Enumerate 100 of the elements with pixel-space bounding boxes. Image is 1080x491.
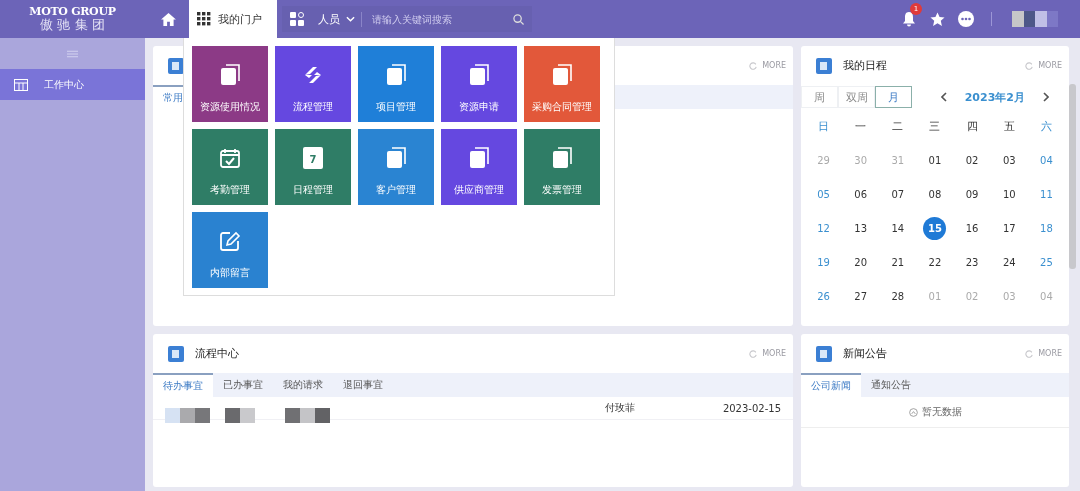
document-icon [551, 64, 573, 86]
star-icon[interactable] [930, 11, 945, 27]
calendar-day[interactable]: 10 [997, 182, 1021, 206]
document-icon [385, 64, 407, 86]
more-link[interactable]: MORE [762, 61, 786, 70]
calendar-day[interactable]: 03 [997, 148, 1021, 172]
table-cell: 2023-02-15 [722, 402, 781, 414]
app-tile[interactable]: 7 日程管理 [275, 129, 351, 205]
app-tile[interactable]: 流程管理 [275, 46, 351, 122]
month-title: 2023年2月 [964, 89, 1025, 105]
calendar-day[interactable]: 15 [923, 216, 947, 240]
calendar-day[interactable]: 27 [849, 284, 873, 308]
calendar-day[interactable]: 16 [960, 216, 984, 240]
more-link[interactable]: MORE [1038, 61, 1062, 70]
search-field[interactable]: 人员 请输入关键词搜索 [282, 6, 532, 32]
calendar-day[interactable]: 08 [923, 182, 947, 206]
card-icon [816, 57, 832, 74]
calendar-day[interactable]: 21 [886, 250, 910, 274]
tab[interactable]: 公司新闻 [801, 373, 861, 397]
tab[interactable]: 已办事宜 [213, 373, 273, 397]
view-tab[interactable]: 月 [875, 86, 912, 108]
calendar-day[interactable]: 13 [849, 216, 873, 240]
bell-icon[interactable] [902, 11, 916, 27]
weekday-label: 一 [854, 118, 868, 135]
search-icon[interactable] [513, 13, 524, 25]
weekday-label: 五 [1002, 118, 1016, 135]
calendar-day[interactable]: 24 [997, 250, 1021, 274]
card-title: 我的日程 [843, 58, 887, 73]
calendar-day[interactable]: 06 [849, 182, 873, 206]
calendar-day[interactable]: 20 [849, 250, 873, 274]
calendar-check-icon [219, 147, 241, 169]
calendar-day[interactable]: 01 [923, 148, 947, 172]
logo-subtitle: 傲 驰 集 团 [40, 17, 105, 32]
card-icon [816, 345, 832, 362]
table-cell: 付玫菲 [604, 401, 635, 415]
calendar-day[interactable]: 22 [923, 250, 947, 274]
apps-icon[interactable] [290, 12, 304, 26]
empty-icon [908, 407, 918, 417]
caret-icon[interactable] [346, 16, 355, 22]
category-dropdown[interactable]: 人员 [312, 11, 362, 27]
app-tile[interactable]: 采购合同管理 [524, 46, 600, 122]
more-link[interactable]: MORE [1038, 349, 1062, 358]
document-icon [219, 64, 241, 86]
weekday-label: 二 [891, 118, 905, 135]
app-tile[interactable]: 发票管理 [524, 129, 600, 205]
calendar-day[interactable]: 18 [1034, 216, 1058, 240]
card-title: 新闻公告 [843, 346, 887, 361]
calendar-day[interactable]: 17 [997, 216, 1021, 240]
grid-icon[interactable] [197, 12, 211, 26]
calendar-icon: 7 [303, 147, 323, 169]
app-tile[interactable]: 项目管理 [358, 46, 434, 122]
previous-icon[interactable] [940, 92, 947, 102]
tab[interactable]: 待办事宜 [153, 373, 213, 397]
calendar-day[interactable]: 26 [812, 284, 836, 308]
calendar-day[interactable]: 09 [960, 182, 984, 206]
more-icon[interactable] [958, 11, 974, 27]
document-icon [468, 147, 490, 169]
logo-title: MOTO GROUP [29, 6, 116, 18]
scrollbar[interactable] [1069, 84, 1076, 269]
portal-tab[interactable]: 我的门户 [189, 0, 277, 38]
app-tile[interactable]: 考勤管理 [192, 129, 268, 205]
tab[interactable]: 通知公告 [861, 373, 921, 397]
edit-icon [219, 230, 241, 252]
weekday-label: 六 [1039, 118, 1053, 135]
calendar-day[interactable]: 11 [1034, 182, 1058, 206]
calendar-day[interactable]: 05 [812, 182, 836, 206]
app-tile[interactable]: 内部留言 [192, 212, 268, 288]
app-tile[interactable]: 供应商管理 [441, 129, 517, 205]
calendar-day[interactable]: 02 [960, 148, 984, 172]
calendar-day[interactable]: 19 [812, 250, 836, 274]
weekday-label: 日 [817, 118, 831, 135]
weekday-label: 三 [928, 118, 942, 135]
card-icon [168, 57, 184, 74]
calendar-day[interactable]: 28 [886, 284, 910, 308]
sidebar-item[interactable]: 工作中心 [0, 69, 145, 100]
card-icon [168, 345, 184, 362]
document-icon [385, 147, 407, 169]
user-avatar[interactable] [1012, 11, 1058, 27]
calendar-day[interactable]: 14 [886, 216, 910, 240]
document-icon [468, 64, 490, 86]
calendar-day[interactable]: 07 [886, 182, 910, 206]
table-icon [14, 78, 28, 91]
more-link[interactable]: MORE [762, 349, 786, 358]
view-tab[interactable]: 双周 [838, 86, 875, 108]
calendar-day[interactable]: 12 [812, 216, 836, 240]
calendar-day[interactable]: 23 [960, 250, 984, 274]
tab[interactable]: 我的请求 [273, 373, 333, 397]
app-tile[interactable]: 客户管理 [358, 129, 434, 205]
calendar-day[interactable]: 25 [1034, 250, 1058, 274]
home-icon[interactable] [161, 12, 176, 26]
card-title: 流程中心 [195, 346, 239, 361]
next-icon[interactable] [1043, 92, 1049, 102]
weekday-label: 四 [965, 118, 979, 135]
calendar-day[interactable]: 04 [1034, 148, 1058, 172]
app-tile[interactable]: 资源使用情况 [192, 46, 268, 122]
document-icon [551, 147, 573, 169]
view-tab[interactable]: 周 [801, 86, 838, 108]
app-tile[interactable]: 资源申请 [441, 46, 517, 122]
tab[interactable]: 退回事宜 [333, 373, 393, 397]
empty-message: 暂无数据 [921, 405, 962, 419]
